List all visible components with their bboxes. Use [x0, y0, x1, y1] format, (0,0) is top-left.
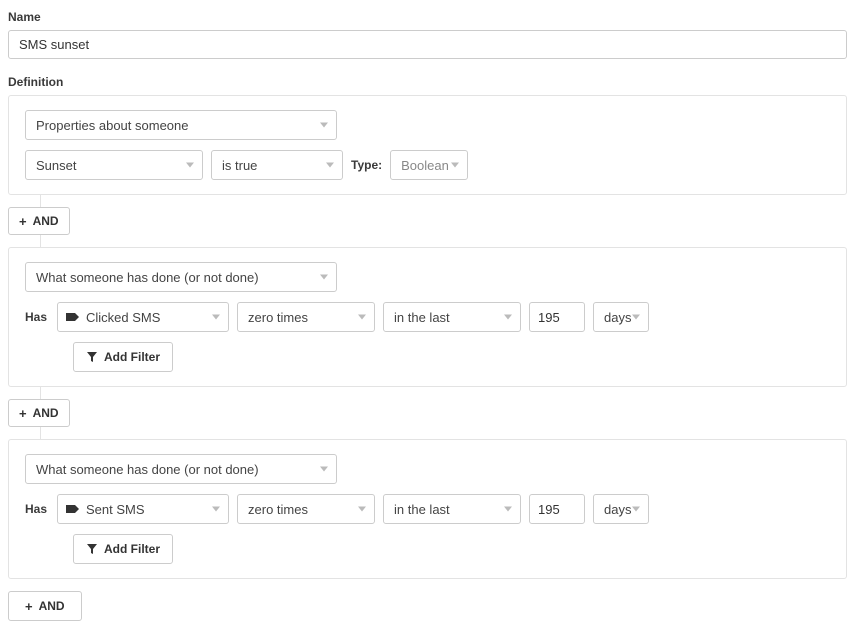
has-label: Has — [25, 310, 47, 324]
chevron-down-icon — [186, 163, 194, 168]
chevron-down-icon — [212, 507, 220, 512]
condition-block-action-1: What someone has done (or not done) Has … — [8, 247, 847, 387]
add-filter-label: Add Filter — [104, 542, 160, 556]
condition-kind-value: Properties about someone — [36, 118, 188, 133]
times-select[interactable]: zero times — [237, 302, 375, 332]
and-label: AND — [33, 214, 59, 228]
range-value: in the last — [394, 502, 450, 517]
unit-select[interactable]: days — [593, 302, 649, 332]
count-input[interactable] — [529, 302, 585, 332]
connector-line — [40, 235, 41, 247]
add-filter-button[interactable]: Add Filter — [73, 534, 173, 564]
funnel-icon — [86, 543, 98, 555]
chevron-down-icon — [320, 467, 328, 472]
times-select[interactable]: zero times — [237, 494, 375, 524]
times-value: zero times — [248, 502, 308, 517]
unit-value: days — [604, 502, 631, 517]
and-label: AND — [33, 406, 59, 420]
plus-icon: + — [19, 407, 27, 420]
connector-line — [40, 427, 41, 439]
add-filter-label: Add Filter — [104, 350, 160, 364]
chevron-down-icon — [632, 315, 640, 320]
chevron-down-icon — [320, 275, 328, 280]
count-input[interactable] — [529, 494, 585, 524]
plus-icon: + — [25, 600, 33, 613]
type-value: Boolean — [401, 158, 449, 173]
name-input[interactable] — [8, 30, 847, 59]
chevron-down-icon — [504, 315, 512, 320]
event-value: Sent SMS — [86, 502, 145, 517]
operator-value: is true — [222, 158, 257, 173]
type-select[interactable]: Boolean — [390, 150, 468, 180]
plus-icon: + — [19, 215, 27, 228]
unit-value: days — [604, 310, 631, 325]
range-value: in the last — [394, 310, 450, 325]
condition-block-properties: Properties about someone Sunset is true … — [8, 95, 847, 195]
event-select[interactable]: Sent SMS — [57, 494, 229, 524]
chevron-down-icon — [358, 507, 366, 512]
condition-kind-select[interactable]: What someone has done (or not done) — [25, 454, 337, 484]
tag-icon — [66, 504, 80, 514]
chevron-down-icon — [212, 315, 220, 320]
connector-line — [40, 195, 41, 207]
add-filter-button[interactable]: Add Filter — [73, 342, 173, 372]
chevron-down-icon — [504, 507, 512, 512]
operator-select[interactable]: is true — [211, 150, 343, 180]
range-select[interactable]: in the last — [383, 494, 521, 524]
and-button[interactable]: + AND — [8, 399, 70, 427]
chevron-down-icon — [326, 163, 334, 168]
range-select[interactable]: in the last — [383, 302, 521, 332]
connector-line — [40, 387, 41, 399]
chevron-down-icon — [451, 163, 459, 168]
event-value: Clicked SMS — [86, 310, 160, 325]
condition-kind-select[interactable]: What someone has done (or not done) — [25, 262, 337, 292]
add-and-group-button[interactable]: + AND — [8, 591, 82, 621]
condition-kind-value: What someone has done (or not done) — [36, 270, 259, 285]
tag-icon — [66, 312, 80, 322]
and-button[interactable]: + AND — [8, 207, 70, 235]
condition-block-action-2: What someone has done (or not done) Has … — [8, 439, 847, 579]
unit-select[interactable]: days — [593, 494, 649, 524]
type-label: Type: — [351, 158, 382, 172]
times-value: zero times — [248, 310, 308, 325]
property-select[interactable]: Sunset — [25, 150, 203, 180]
condition-kind-select[interactable]: Properties about someone — [25, 110, 337, 140]
condition-kind-value: What someone has done (or not done) — [36, 462, 259, 477]
name-label: Name — [8, 10, 847, 24]
definition-label: Definition — [8, 75, 847, 89]
chevron-down-icon — [358, 315, 366, 320]
chevron-down-icon — [632, 507, 640, 512]
property-value: Sunset — [36, 158, 76, 173]
and-label: AND — [39, 599, 65, 613]
event-select[interactable]: Clicked SMS — [57, 302, 229, 332]
funnel-icon — [86, 351, 98, 363]
has-label: Has — [25, 502, 47, 516]
chevron-down-icon — [320, 123, 328, 128]
